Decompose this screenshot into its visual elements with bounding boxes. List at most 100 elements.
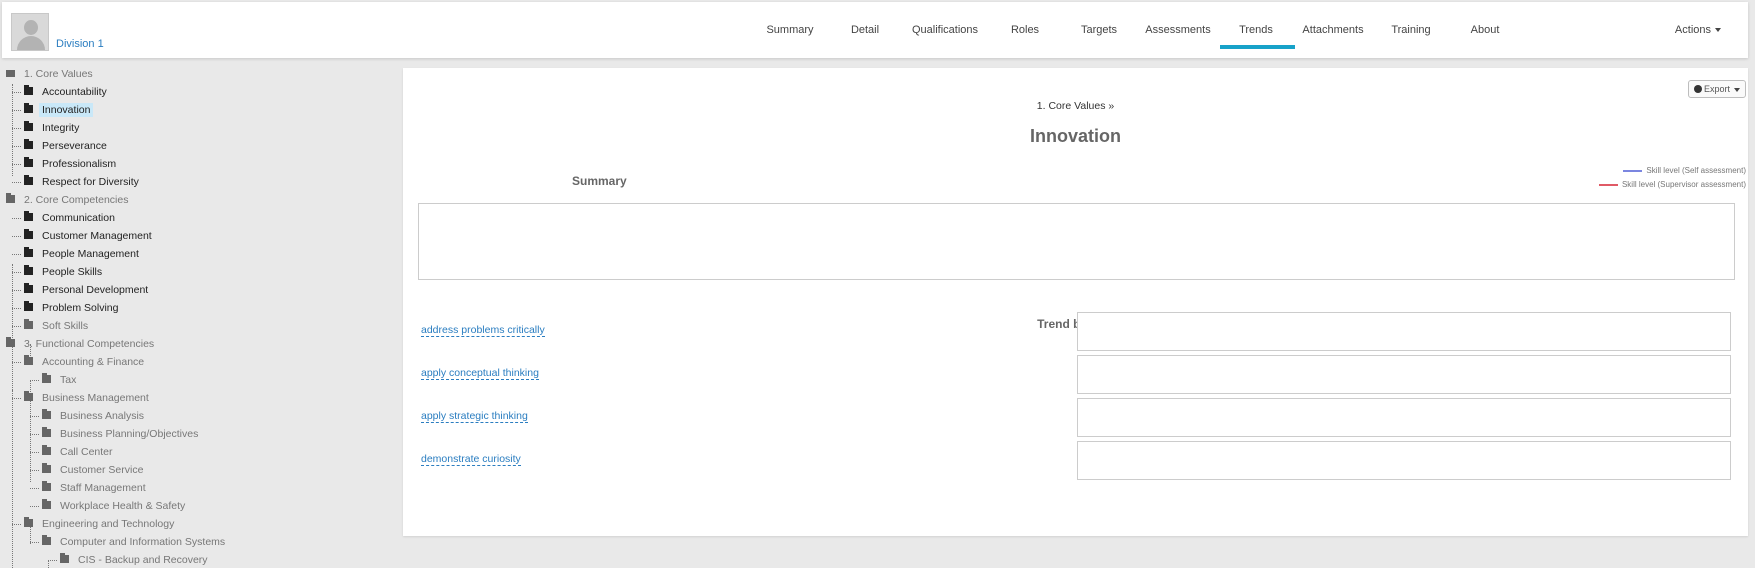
skill-link-demonstrate-curiosity[interactable]: demonstrate curiosity xyxy=(421,453,521,466)
tab-about[interactable]: About xyxy=(1471,24,1500,36)
folder-icon xyxy=(60,555,69,563)
tree-item-label: 2. Core Competencies xyxy=(21,193,131,207)
tree-item[interactable]: 1. Core Values xyxy=(6,70,96,82)
tree-branch-line xyxy=(12,110,21,111)
tree-branch-line xyxy=(12,272,21,273)
folder-icon xyxy=(24,357,33,365)
tree-branch-line xyxy=(12,182,21,183)
tab-roles[interactable]: Roles xyxy=(1011,24,1039,36)
skill-chart-demonstrate-curiosity xyxy=(1077,441,1731,480)
tree-item[interactable]: Innovation xyxy=(24,102,93,118)
legend-swatch-supervisor xyxy=(1599,184,1618,186)
tree-item[interactable]: Staff Management xyxy=(42,480,149,496)
folder-icon xyxy=(42,501,51,509)
tree-item-label: Business Analysis xyxy=(57,409,147,423)
trends-panel: Export 1. Core Values » Innovation Summa… xyxy=(403,68,1748,536)
tree-item-label: Engineering and Technology xyxy=(39,517,177,531)
skill-link-conceptual-thinking[interactable]: apply conceptual thinking xyxy=(421,367,539,380)
tree-item[interactable]: CIS - Backup and Recovery xyxy=(60,552,211,568)
tree-item[interactable]: Respect for Diversity xyxy=(24,174,142,190)
tree-item-label: Accounting & Finance xyxy=(39,355,147,369)
tree-item[interactable]: Business Management xyxy=(24,390,152,406)
tree-branch-line xyxy=(30,416,39,417)
tree-item[interactable]: Tax xyxy=(42,372,79,388)
tree-item-label: Tax xyxy=(57,373,79,387)
tree-item[interactable]: Customer Service xyxy=(42,462,146,478)
tree-branch-line xyxy=(12,218,21,219)
export-button[interactable]: Export xyxy=(1688,80,1746,98)
tree-item[interactable]: 3. Functional Competencies xyxy=(6,336,157,352)
folder-icon xyxy=(24,393,33,401)
tree-item[interactable]: Workplace Health & Safety xyxy=(42,498,188,514)
folder-icon xyxy=(24,267,33,275)
skill-chart-svg xyxy=(1078,313,1730,350)
tree-item[interactable]: Soft Skills xyxy=(24,318,91,334)
tree-branch-line xyxy=(12,164,21,165)
tree-item[interactable]: Integrity xyxy=(24,120,82,136)
tree-item[interactable]: Perseverance xyxy=(24,138,110,154)
folder-icon xyxy=(42,429,51,437)
tree-item[interactable]: Accounting & Finance xyxy=(24,354,147,370)
skill-chart-svg xyxy=(1078,356,1730,393)
folder-icon xyxy=(24,249,33,257)
legend-item-self: Skill level (Self assessment) xyxy=(1599,164,1746,178)
tree-item[interactable]: Call Center xyxy=(42,444,116,460)
tree-item[interactable]: Communication xyxy=(24,210,118,226)
tree-branch-line xyxy=(30,470,39,471)
tree-item[interactable]: Customer Management xyxy=(24,228,155,244)
folder-icon xyxy=(24,177,33,185)
folder-icon xyxy=(24,213,33,221)
tab-qualifications[interactable]: Qualifications xyxy=(912,24,978,36)
tree-item[interactable]: Business Analysis xyxy=(42,408,147,424)
summary-chart-svg xyxy=(419,204,1734,279)
tree-item[interactable]: Problem Solving xyxy=(24,300,121,316)
tab-attachments[interactable]: Attachments xyxy=(1302,24,1363,36)
tab-targets[interactable]: Targets xyxy=(1081,24,1117,36)
tree-item[interactable]: People Management xyxy=(24,246,142,262)
tab-summary[interactable]: Summary xyxy=(766,24,813,36)
tree-item-label: Accountability xyxy=(39,85,110,99)
tree-item-label: Customer Service xyxy=(57,463,146,477)
tree-item-label: People Management xyxy=(39,247,142,261)
tab-trends[interactable]: Trends xyxy=(1239,24,1273,36)
tree-item[interactable]: Accountability xyxy=(24,84,110,100)
tree-item-label: Business Planning/Objectives xyxy=(57,427,201,441)
tree-item[interactable]: Professionalism xyxy=(24,156,119,172)
tree-item[interactable]: 2. Core Competencies xyxy=(6,192,131,208)
skill-chart-address-problems xyxy=(1077,312,1731,351)
skill-chart-conceptual-thinking xyxy=(1077,355,1731,394)
folder-icon xyxy=(42,375,51,383)
tab-assessments[interactable]: Assessments xyxy=(1145,24,1210,36)
actions-menu[interactable]: Actions xyxy=(1675,24,1721,36)
folder-icon xyxy=(6,339,15,347)
skill-chart-strategic-thinking xyxy=(1077,398,1731,437)
skill-chart-svg xyxy=(1078,442,1730,479)
tree-item[interactable]: Business Planning/Objectives xyxy=(42,426,201,442)
summary-heading: Summary xyxy=(572,174,627,188)
skill-link-address-problems[interactable]: address problems critically xyxy=(421,324,545,337)
tree-item[interactable]: Computer and Information Systems xyxy=(42,534,228,550)
chevron-down-icon xyxy=(1734,88,1740,92)
actions-label: Actions xyxy=(1675,24,1711,36)
tree-item[interactable]: Engineering and Technology xyxy=(24,516,177,532)
tab-detail[interactable]: Detail xyxy=(851,24,879,36)
folder-icon xyxy=(24,303,33,311)
summary-chart xyxy=(418,203,1735,280)
tree-branch-line xyxy=(12,290,21,291)
tree-item-label: Customer Management xyxy=(39,229,155,243)
top-header: Division 1 Summary Detail Qualifications… xyxy=(2,2,1748,58)
folder-icon xyxy=(24,519,33,527)
legend-label-supervisor: Skill level (Supervisor assessment) xyxy=(1622,180,1746,189)
tree-item-label: Call Center xyxy=(57,445,116,459)
tree-item-label: Problem Solving xyxy=(39,301,121,315)
folder-icon xyxy=(24,321,33,329)
folder-icon xyxy=(6,70,15,77)
tree-branch-line xyxy=(12,398,21,399)
tree-item[interactable]: People Skills xyxy=(24,264,105,280)
skill-link-strategic-thinking[interactable]: apply strategic thinking xyxy=(421,410,528,423)
tree-item[interactable]: Personal Development xyxy=(24,282,151,298)
tree-guide-line xyxy=(12,264,13,392)
folder-icon xyxy=(42,447,51,455)
tab-training[interactable]: Training xyxy=(1391,24,1430,36)
breadcrumb[interactable]: 1. Core Values » xyxy=(403,100,1748,112)
